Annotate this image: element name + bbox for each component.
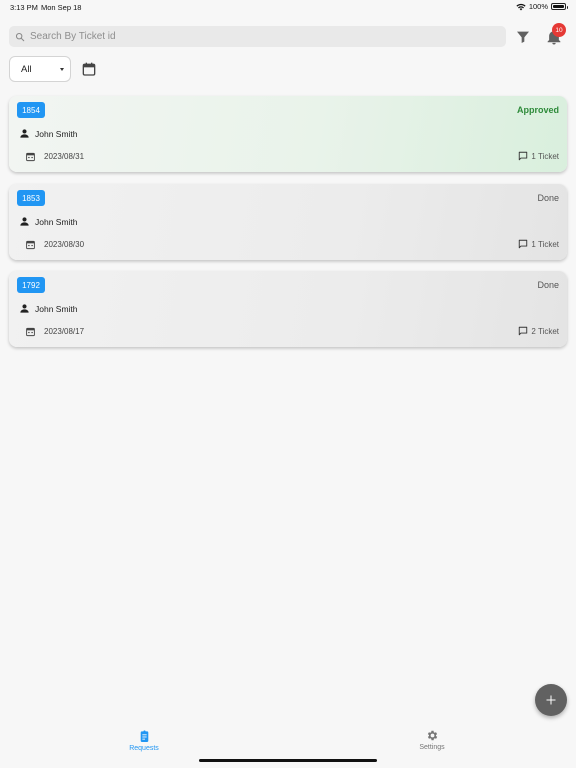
request-user: John Smith: [19, 303, 78, 314]
request-id-chip: 1854: [17, 102, 45, 118]
calendar-icon: [26, 240, 35, 250]
request-date: 2023/08/30: [25, 239, 84, 250]
person-icon: [20, 217, 29, 226]
status-bar: 3:13 PM Mon Sep 18 100%: [0, 0, 576, 14]
wifi-icon: [516, 3, 526, 11]
nav-item-requests[interactable]: Requests: [104, 729, 184, 752]
request-status: Done: [537, 280, 559, 290]
request-tickets: 1 Ticket: [518, 239, 559, 249]
calendar-icon[interactable]: [81, 61, 97, 77]
request-id-chip: 1853: [17, 190, 45, 206]
request-card[interactable]: 1792 Done John Smith 2023/08/17 2 Ticket: [9, 271, 567, 347]
calendar-icon: [26, 327, 35, 337]
status-indicators: 100%: [516, 2, 568, 11]
nav-item-settings[interactable]: Settings: [392, 729, 472, 751]
comment-icon: [519, 326, 528, 336]
status-time: 3:13 PM: [10, 3, 38, 12]
request-tickets: 2 Ticket: [518, 326, 559, 336]
add-icon: [546, 695, 556, 705]
request-tickets: 1 Ticket: [518, 151, 559, 161]
request-user-name: John Smith: [35, 303, 78, 314]
status-filter-value: All: [21, 63, 32, 75]
home-indicator: [199, 759, 377, 762]
nav-label-requests: Requests: [129, 745, 159, 752]
request-date: 2023/08/31: [25, 151, 84, 162]
notification-badge: 10: [552, 23, 566, 37]
comment-icon: [519, 239, 528, 249]
clipboard-icon: [140, 730, 148, 742]
battery-percent: 100%: [528, 2, 548, 11]
person-icon: [20, 304, 29, 313]
request-user: John Smith: [19, 216, 78, 227]
status-filter-dropdown[interactable]: All: [9, 56, 71, 82]
search-bar[interactable]: [9, 26, 506, 47]
request-ticket-count: 1 Ticket: [531, 151, 559, 161]
nav-label-settings: Settings: [419, 744, 445, 751]
request-card[interactable]: 1854 Approved John Smith 2023/08/31 1 Ti…: [9, 96, 567, 172]
calendar-icon: [26, 152, 35, 162]
request-date-value: 2023/08/31: [44, 152, 85, 161]
request-card[interactable]: 1853 Done John Smith 2023/08/30 1 Ticket: [9, 184, 567, 260]
request-date-value: 2023/08/30: [44, 240, 85, 249]
gear-icon: [427, 730, 437, 741]
add-request-button[interactable]: [535, 684, 567, 716]
search-input[interactable]: [30, 31, 470, 42]
request-user: John Smith: [19, 128, 78, 139]
request-status: Done: [537, 193, 559, 203]
search-icon: [15, 32, 25, 41]
battery-icon: [551, 3, 568, 10]
request-date-value: 2023/08/17: [44, 327, 85, 336]
request-user-name: John Smith: [35, 128, 78, 139]
filter-icon[interactable]: [515, 29, 531, 45]
request-ticket-count: 2 Ticket: [531, 326, 559, 336]
request-id-chip: 1792: [17, 277, 45, 293]
request-user-name: John Smith: [35, 216, 78, 227]
request-date: 2023/08/17: [25, 326, 84, 337]
person-icon: [20, 129, 29, 138]
request-status: Approved: [516, 105, 559, 115]
request-ticket-count: 1 Ticket: [531, 239, 559, 249]
comment-icon: [519, 151, 528, 161]
status-date: Mon Sep 18: [41, 3, 82, 12]
caret-down-icon: [60, 68, 64, 71]
